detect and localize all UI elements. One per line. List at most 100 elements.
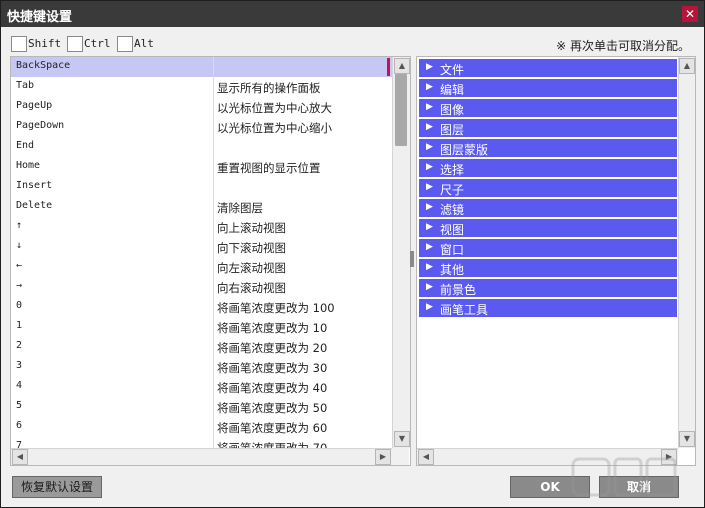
shortcut-row[interactable]: 2 将画笔浓度更改为 20 <box>11 337 392 358</box>
shortcut-row[interactable]: Delete 清除图层 <box>11 197 392 218</box>
shortcut-action-cell[interactable]: 重置视图的显示位置 <box>213 157 392 177</box>
shortcut-action-cell[interactable] <box>213 177 392 197</box>
scroll-down-arrow-icon[interactable]: ▼ <box>394 431 410 447</box>
shortcut-action-cell[interactable]: 将画笔浓度更改为 60 <box>213 417 392 437</box>
shortcut-action-cell[interactable]: 以光标位置为中心缩小 <box>213 117 392 137</box>
scroll-left-arrow-icon[interactable]: ◀ <box>12 449 28 465</box>
shortcut-action-cell[interactable]: 向右滚动视图 <box>213 277 392 297</box>
shortcut-row[interactable]: 6 将画笔浓度更改为 60 <box>11 417 392 438</box>
shortcut-action-cell[interactable]: 向下滚动视图 <box>213 237 392 257</box>
shortcut-action-cell[interactable]: 向上滚动视图 <box>213 217 392 237</box>
shortcut-key: Delete <box>16 200 53 211</box>
shortcut-action: 将画笔浓度更改为 100 <box>217 301 335 315</box>
category-item[interactable]: ▶ 尺子 <box>419 179 677 199</box>
category-label: 文件 <box>440 63 465 77</box>
checkbox-label: Ctrl <box>84 37 111 50</box>
shortcut-row[interactable]: 5 将画笔浓度更改为 50 <box>11 397 392 418</box>
shortcut-list-vertical-scrollbar[interactable]: ▲ ▼ <box>392 57 410 448</box>
expand-arrow-icon[interactable]: ▶ <box>426 182 433 192</box>
category-item[interactable]: ▶ 编辑 <box>419 79 677 99</box>
close-button[interactable]: ✕ <box>682 6 698 22</box>
shortcut-row[interactable]: 1 将画笔浓度更改为 10 <box>11 317 392 338</box>
expand-arrow-icon[interactable]: ▶ <box>426 162 433 172</box>
category-item[interactable]: ▶ 图层蒙版 <box>419 139 677 159</box>
category-item[interactable]: ▶ 画笔工具 <box>419 299 677 319</box>
expand-arrow-icon[interactable]: ▶ <box>426 222 433 232</box>
shortcut-action-cell[interactable]: 将画笔浓度更改为 30 <box>213 357 392 377</box>
expand-arrow-icon[interactable]: ▶ <box>426 102 433 112</box>
shortcut-row[interactable]: 0 将画笔浓度更改为 100 <box>11 297 392 318</box>
shortcut-row[interactable]: End <box>11 137 392 158</box>
expand-arrow-icon[interactable]: ▶ <box>426 242 433 252</box>
title-bar: 快捷键设置 ✕ <box>1 1 704 27</box>
shortcut-action-cell[interactable] <box>213 137 392 157</box>
shortcut-row[interactable]: ← 向左滚动视图 <box>11 257 392 278</box>
checkbox-label: Alt <box>134 37 154 50</box>
shortcut-row[interactable]: PageDown 以光标位置为中心缩小 <box>11 117 392 138</box>
hint-text: ※ 再次单击可取消分配。 <box>556 39 690 53</box>
expand-arrow-icon[interactable]: ▶ <box>426 262 433 272</box>
shortcut-row[interactable]: 7 将画笔浓度更改为 70 <box>11 437 392 448</box>
category-item[interactable]: ▶ 视图 <box>419 219 677 239</box>
expand-arrow-icon[interactable]: ▶ <box>426 62 433 72</box>
category-item[interactable]: ▶ 其他 <box>419 259 677 279</box>
expand-arrow-icon[interactable]: ▶ <box>426 302 433 312</box>
shortcut-action-cell[interactable]: 显示所有的操作面板 <box>213 77 392 97</box>
shortcut-action-cell[interactable]: 将画笔浓度更改为 40 <box>213 377 392 397</box>
category-label: 编辑 <box>440 83 465 97</box>
expand-arrow-icon[interactable]: ▶ <box>426 202 433 212</box>
shortcut-action-cell[interactable]: 将画笔浓度更改为 70 <box>213 437 392 448</box>
scroll-right-arrow-icon[interactable]: ▶ <box>375 449 391 465</box>
shortcut-row[interactable]: ↑ 向上滚动视图 <box>11 217 392 238</box>
category-label: 图层蒙版 <box>440 143 489 157</box>
checkbox-box[interactable] <box>11 36 27 52</box>
shortcut-action-cell[interactable]: 将画笔浓度更改为 50 <box>213 397 392 417</box>
shortcut-list-horizontal-scrollbar[interactable]: ◀ ▶ <box>11 448 392 465</box>
shortcut-row[interactable]: BackSpace <box>11 57 392 78</box>
shortcut-action-cell[interactable]: 清除图层 <box>213 197 392 217</box>
shortcut-row[interactable]: → 向右滚动视图 <box>11 277 392 298</box>
scroll-up-arrow-icon[interactable]: ▲ <box>679 58 695 74</box>
category-item[interactable]: ▶ 前景色 <box>419 279 677 299</box>
shortcut-row[interactable]: Home 重置视图的显示位置 <box>11 157 392 178</box>
shortcut-action: 将画笔浓度更改为 50 <box>217 401 328 415</box>
expand-arrow-icon[interactable]: ▶ <box>426 282 433 292</box>
scroll-left-arrow-icon[interactable]: ◀ <box>418 449 434 465</box>
category-vertical-scrollbar[interactable]: ▲ ▼ <box>678 57 695 448</box>
shortcut-row[interactable]: Insert <box>11 177 392 198</box>
shortcut-row[interactable]: ↓ 向下滚动视图 <box>11 237 392 258</box>
shortcut-action: 以光标位置为中心缩小 <box>217 121 332 135</box>
category-item[interactable]: ▶ 选择 <box>419 159 677 179</box>
expand-arrow-icon[interactable]: ▶ <box>426 122 433 132</box>
shortcut-action-cell[interactable]: 向左滚动视图 <box>213 257 392 277</box>
panel-splitter-handle[interactable] <box>410 251 414 267</box>
shortcut-row[interactable]: 4 将画笔浓度更改为 40 <box>11 377 392 398</box>
expand-arrow-icon[interactable]: ▶ <box>426 82 433 92</box>
shortcut-action-cell[interactable] <box>213 57 392 77</box>
shortcut-row[interactable]: Tab 显示所有的操作面板 <box>11 77 392 98</box>
category-item[interactable]: ▶ 图层 <box>419 119 677 139</box>
shortcut-action-cell[interactable]: 将画笔浓度更改为 100 <box>213 297 392 317</box>
category-item[interactable]: ▶ 窗口 <box>419 239 677 259</box>
shortcut-key: 0 <box>16 300 23 311</box>
shortcut-row[interactable]: PageUp 以光标位置为中心放大 <box>11 97 392 118</box>
shortcut-action-cell[interactable]: 以光标位置为中心放大 <box>213 97 392 117</box>
shortcut-action-cell[interactable]: 将画笔浓度更改为 10 <box>213 317 392 337</box>
shortcut-action: 将画笔浓度更改为 10 <box>217 321 328 335</box>
category-item[interactable]: ▶ 文件 <box>419 59 677 79</box>
shortcut-key: 4 <box>16 380 23 391</box>
checkbox-box[interactable] <box>67 36 83 52</box>
shortcut-key: Home <box>16 160 41 171</box>
shortcut-key: ↑ <box>16 220 23 231</box>
scroll-up-arrow-icon[interactable]: ▲ <box>394 58 410 74</box>
category-item[interactable]: ▶ 滤镜 <box>419 199 677 219</box>
shortcut-action-cell[interactable]: 将画笔浓度更改为 20 <box>213 337 392 357</box>
reset-defaults-button[interactable]: 恢复默认设置 <box>12 476 102 498</box>
expand-arrow-icon[interactable]: ▶ <box>426 142 433 152</box>
checkbox-box[interactable] <box>117 36 133 52</box>
shortcut-row[interactable]: 3 将画笔浓度更改为 30 <box>11 357 392 378</box>
shortcut-action: 重置视图的显示位置 <box>217 161 321 175</box>
category-item[interactable]: ▶ 图像 <box>419 99 677 119</box>
scroll-thumb[interactable] <box>395 74 407 146</box>
scroll-down-arrow-icon[interactable]: ▼ <box>679 431 695 447</box>
